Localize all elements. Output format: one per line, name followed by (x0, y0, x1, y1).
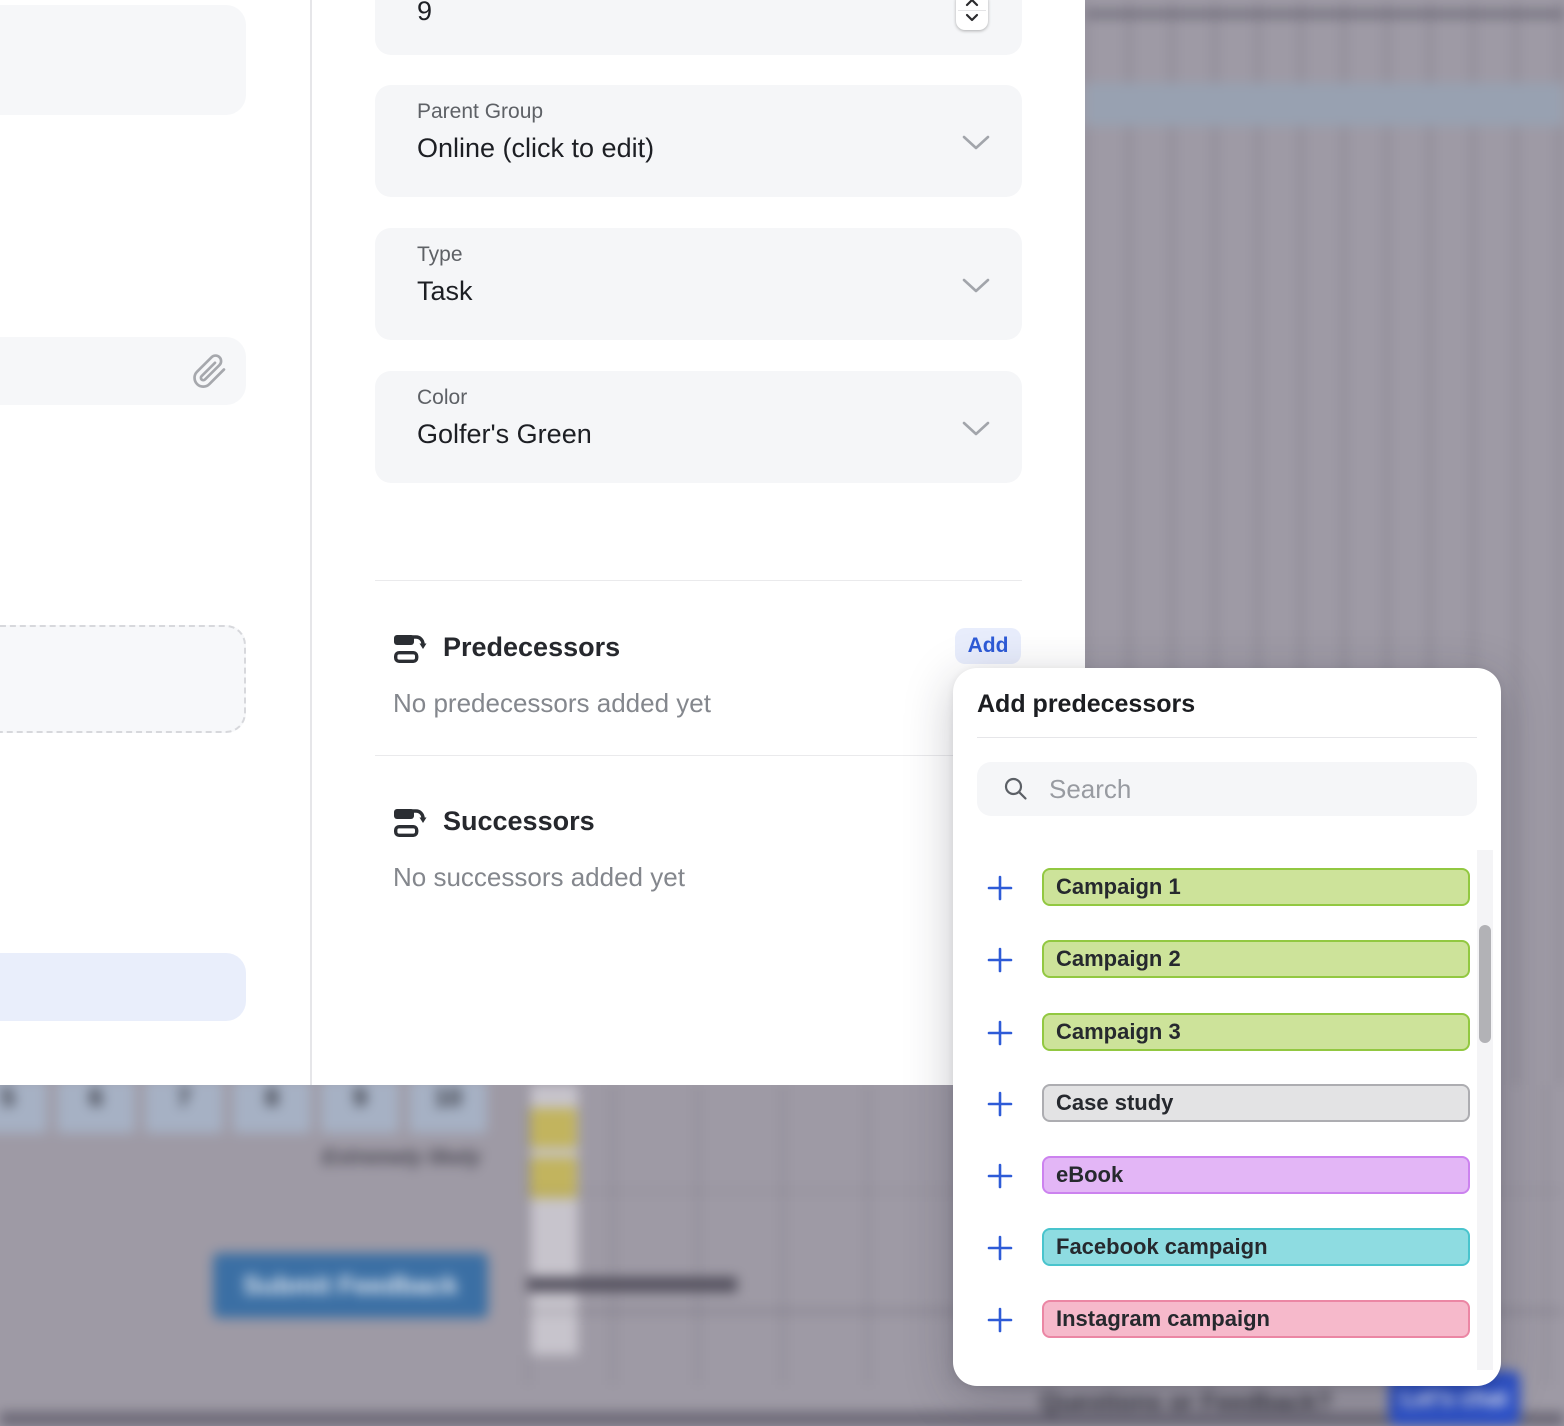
list-item: eBook (953, 1156, 1501, 1194)
dependency-icon (393, 806, 427, 843)
plus-icon[interactable] (987, 1235, 1013, 1261)
dashed-drop-zone[interactable] (0, 625, 246, 733)
footer-prompt: Questions or Feedback? (1040, 1388, 1332, 1417)
plus-icon[interactable] (987, 1307, 1013, 1333)
parent-group-select[interactable]: Parent Group Online (click to edit) (375, 85, 1022, 197)
plus-icon[interactable] (987, 1091, 1013, 1117)
color-value: Golfer's Green (417, 419, 592, 450)
gantt-group-bar (527, 1277, 737, 1292)
task-pill[interactable]: Campaign 3 (1042, 1013, 1470, 1051)
gantt-header-line (1085, 11, 1564, 17)
section-divider (375, 580, 1022, 581)
list-item: Campaign 3 (953, 1013, 1501, 1051)
rail-action-card[interactable] (0, 953, 246, 1021)
dependency-icon (393, 632, 427, 669)
chevron-down-icon (962, 135, 990, 156)
predecessors-section-header: Predecessors Add (375, 630, 1022, 668)
stepper-up-icon (964, 0, 980, 7)
gantt-highlight-band (1085, 83, 1564, 126)
gantt-task-bar (530, 1108, 577, 1148)
nps-score-box: 5 (0, 1080, 47, 1133)
list-item: Campaign 2 (953, 940, 1501, 978)
task-pill[interactable]: Campaign 1 (1042, 868, 1470, 906)
number-stepper[interactable] (956, 0, 988, 30)
task-pill[interactable]: Facebook campaign (1042, 1228, 1470, 1266)
rail-card (0, 5, 246, 115)
search-input[interactable] (1049, 772, 1449, 806)
row-number-field[interactable] (375, 0, 1022, 55)
search-box[interactable] (977, 762, 1477, 816)
screen: 5 6 7 8 9 10 Extremely likely Submit Fee… (0, 0, 1564, 1426)
scrollbar-thumb[interactable] (1479, 925, 1491, 1043)
add-predecessor-button[interactable]: Add (955, 628, 1021, 664)
nps-caption: Extremely likely (322, 1146, 522, 1170)
nps-score-box: 9 (321, 1080, 399, 1133)
list-item: Facebook campaign (953, 1228, 1501, 1266)
chevron-down-icon (962, 278, 990, 299)
attachment-field[interactable] (0, 337, 246, 405)
predecessors-empty-text: No predecessors added yet (393, 688, 711, 719)
list-item: Case study (953, 1084, 1501, 1122)
predecessor-options-list: Campaign 1 Campaign 2 Campaign 3 Case st… (953, 845, 1501, 1374)
chevron-down-icon (962, 421, 990, 442)
nps-score-box: 10 (409, 1080, 487, 1133)
stepper-down-icon (964, 13, 980, 23)
nps-score-box: 8 (233, 1080, 311, 1133)
left-rail (0, 0, 310, 1085)
type-select[interactable]: Type Task (375, 228, 1022, 340)
task-pill[interactable]: Case study (1042, 1084, 1470, 1122)
parent-group-value: Online (click to edit) (417, 133, 654, 164)
list-item: Instagram campaign (953, 1300, 1501, 1338)
nps-score-box: 7 (145, 1080, 223, 1133)
task-pill[interactable]: Instagram campaign (1042, 1300, 1470, 1338)
plus-icon[interactable] (987, 1020, 1013, 1046)
successors-title: Successors (443, 806, 595, 837)
list-item: Campaign 1 (953, 868, 1501, 906)
successors-empty-text: No successors added yet (393, 862, 685, 893)
popup-divider (977, 737, 1477, 738)
row-number-input[interactable] (417, 0, 607, 27)
submit-feedback-button: Submit Feedback (213, 1253, 488, 1318)
paperclip-icon (190, 352, 228, 395)
type-label: Type (417, 243, 463, 267)
plus-icon[interactable] (987, 1163, 1013, 1189)
section-divider (375, 755, 1022, 756)
parent-group-label: Parent Group (417, 100, 543, 124)
plus-icon[interactable] (987, 875, 1013, 901)
add-predecessors-popup: Add predecessors Campaign 1 Campaign 2 C… (953, 668, 1501, 1386)
type-value: Task (417, 276, 473, 307)
search-icon (1003, 776, 1029, 807)
nps-score-box: 6 (57, 1080, 135, 1133)
successors-section-header: Successors (375, 804, 1022, 842)
color-select[interactable]: Color Golfer's Green (375, 371, 1022, 483)
color-label: Color (417, 386, 467, 410)
task-pill[interactable]: eBook (1042, 1156, 1470, 1194)
task-pill[interactable]: Campaign 2 (1042, 940, 1470, 978)
popup-title: Add predecessors (977, 690, 1195, 719)
plus-icon[interactable] (987, 947, 1013, 973)
predecessors-title: Predecessors (443, 632, 620, 663)
